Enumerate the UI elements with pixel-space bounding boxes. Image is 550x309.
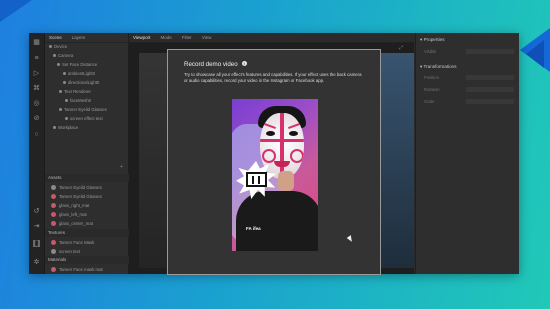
light-node-icon (63, 81, 66, 85)
dialog-description: Try to showcase all your effect's featur… (184, 72, 362, 83)
texture-item[interactable]: screen text (51, 247, 80, 256)
scale-label: Scale (424, 99, 435, 104)
texture-icon (51, 249, 56, 255)
tree-item[interactable]: Camera (53, 52, 73, 60)
tree-item[interactable]: faceMesh0 (65, 97, 91, 105)
history-icon[interactable]: ↺ (33, 208, 40, 215)
property-label: Visible (424, 49, 437, 54)
tab-mode[interactable]: Mode (160, 35, 171, 40)
text-node-icon (65, 117, 68, 121)
code-icon[interactable]: ⌘ (33, 85, 40, 92)
expand-icon[interactable]: ⤢ (399, 45, 403, 51)
tab-layers[interactable]: Layers (72, 35, 86, 40)
mask-stripe (260, 139, 304, 142)
tree-item[interactable]: screen effect text (65, 115, 103, 123)
tree-item[interactable]: directionalLight0 (63, 79, 99, 87)
properties-panel: ▾ Properties Visible ▾ Transformations P… (415, 33, 519, 274)
tool-rail: ▦ ≡ ▷ ⌘ ◎ ⊘ ○ ↺ ⇥ ▮ ✲ (29, 33, 45, 274)
viewport-tabs: Viewport Mode Filter View (129, 33, 414, 43)
mask-stripe (264, 123, 276, 129)
material-icon (51, 203, 56, 209)
target-icon[interactable]: ◎ (33, 100, 40, 107)
position-label: Position (424, 75, 439, 80)
scene-tabs: Scene Layers (45, 33, 128, 43)
mask-stripe (288, 123, 300, 129)
mask-mouth (274, 161, 290, 167)
asset-item[interactable]: Tanner Eyelid Glasses (51, 192, 102, 201)
material-icon (51, 212, 56, 218)
tab-view[interactable]: View (202, 35, 212, 40)
decor-triangle-top-left (0, 0, 32, 22)
tree-item[interactable]: Tanner Eyelid Glasses (59, 106, 107, 114)
tree-item[interactable]: Text Renderer (59, 88, 91, 96)
material-item[interactable]: Tanner Face mask mat (51, 265, 103, 274)
comic-burst-icon (246, 172, 267, 187)
layers-icon[interactable]: ≡ (33, 55, 40, 62)
asset-icon (51, 185, 56, 191)
device-icon[interactable]: ▮ (33, 240, 40, 247)
light-node-icon (63, 72, 66, 76)
textures-header[interactable]: Textures (45, 229, 131, 237)
property-value[interactable] (466, 49, 514, 54)
texture-item[interactable]: Tanner Face Mask (51, 238, 94, 247)
object-node-icon (59, 108, 62, 112)
asset-item[interactable]: glass_right_mat (51, 201, 89, 210)
scene-panel: Scene Layers Device Camera Set Face Dist… (45, 33, 131, 274)
grid-icon[interactable]: ▦ (33, 39, 40, 46)
rotation-label: Rotation (424, 87, 440, 92)
tab-filter[interactable]: Filter (182, 35, 192, 40)
mesh-node-icon (65, 99, 68, 103)
node-icon (57, 63, 60, 67)
tree-item[interactable]: Workplace (53, 124, 78, 132)
rotation-field[interactable] (466, 87, 514, 92)
text-node-icon (59, 90, 62, 94)
scale-field[interactable] (466, 99, 514, 104)
tree-item[interactable]: Set Face Distance (57, 61, 97, 69)
add-node-icon[interactable]: + (120, 164, 123, 170)
info-icon[interactable]: i (241, 61, 247, 66)
play-icon[interactable]: ▷ (33, 70, 40, 77)
camera-node-icon (53, 54, 56, 58)
position-field[interactable] (466, 75, 514, 80)
tab-viewport[interactable]: Viewport (133, 35, 150, 40)
texture-icon (51, 240, 56, 246)
decor-triangle-right-small (526, 40, 544, 68)
tree-item[interactable]: Device (49, 43, 67, 51)
export-icon[interactable]: ⇥ (33, 223, 40, 230)
video-watermark: FA ifea (246, 226, 261, 231)
mask-eye-right (289, 131, 298, 136)
transformations-header[interactable]: ▾ Transformations (420, 64, 457, 70)
dialog-title: Record demo video i (184, 61, 247, 68)
materials-header[interactable]: Materials (45, 256, 131, 264)
asset-item[interactable]: glass_center_mat (51, 219, 93, 228)
demo-video-preview[interactable]: FA ifea (232, 99, 318, 251)
material-icon (51, 221, 56, 227)
mask-swirl (290, 149, 304, 163)
material-icon (51, 267, 56, 273)
tab-scene[interactable]: Scene (49, 35, 62, 40)
assets-header[interactable]: Assets (45, 174, 131, 182)
mask-stripe (280, 113, 284, 179)
asset-item[interactable]: Tanner Eyelid Glasses (51, 183, 102, 192)
person-body (236, 191, 318, 251)
search-icon[interactable]: ○ (33, 131, 40, 138)
link-icon[interactable]: ⊘ (33, 115, 40, 122)
asset-item[interactable]: glass_left_mat (51, 210, 87, 219)
mask-eye-left (266, 131, 275, 136)
asset-icon (51, 194, 56, 200)
settings-icon[interactable]: ✲ (33, 259, 40, 266)
properties-header[interactable]: ▾ Properties (420, 37, 445, 43)
tree-item[interactable]: ambientLight0 (63, 70, 95, 78)
workplace-node-icon (53, 126, 56, 130)
device-node-icon (49, 45, 52, 49)
person-hand (278, 171, 294, 191)
